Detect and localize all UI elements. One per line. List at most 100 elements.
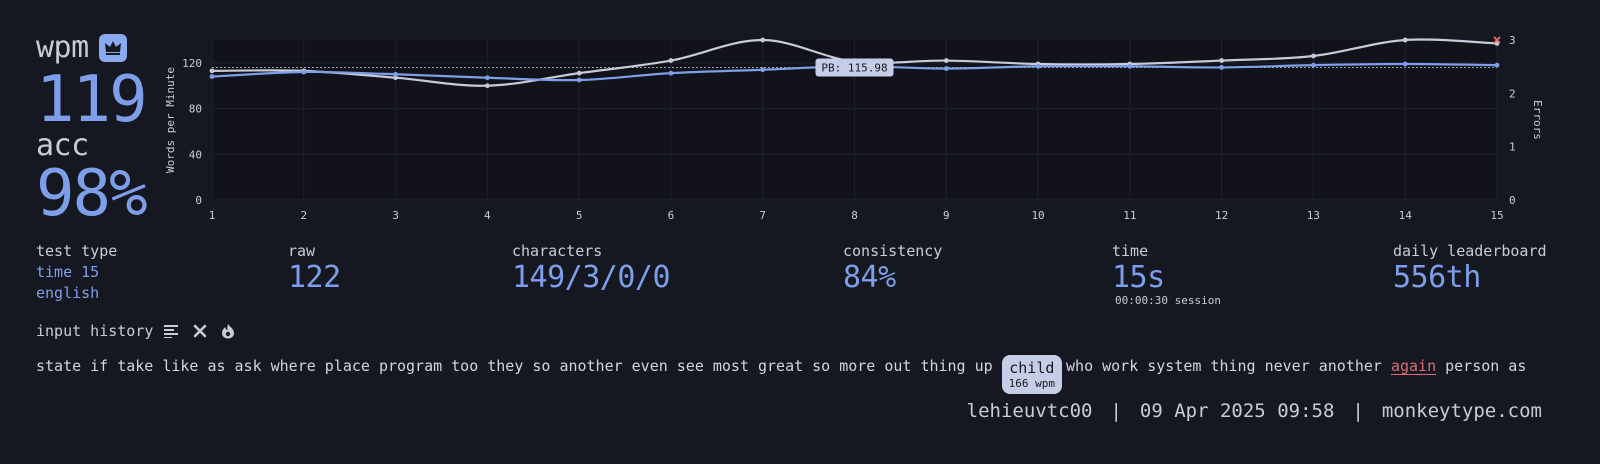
y-tick-label: 0 [195, 194, 202, 207]
history-word[interactable]: system [1147, 357, 1201, 375]
data-point-raw [484, 83, 490, 89]
y-axis-title: Words per Minute [164, 67, 177, 173]
data-point-wpm [393, 71, 398, 77]
history-word[interactable]: even [632, 357, 668, 375]
footer: lehieuvtc00 | 09 Apr 2025 09:58 | monkeytype… [967, 400, 1542, 422]
history-word[interactable]: out [884, 357, 911, 375]
x-tick-label: 10 [1031, 209, 1044, 222]
history-word[interactable]: thing [1210, 357, 1255, 375]
history-word[interactable]: another [559, 357, 622, 375]
time-label: time [1112, 242, 1149, 260]
footer-user[interactable]: lehieuvtc00 [967, 400, 1093, 422]
data-point-raw [668, 58, 674, 63]
footer-date: 09 Apr 2025 09:58 [1139, 400, 1335, 422]
history-word[interactable]: place [325, 357, 370, 375]
data-point-raw [1402, 37, 1408, 43]
history-word[interactable]: never [1265, 357, 1310, 375]
data-point-wpm [209, 74, 215, 79]
history-word[interactable]: as [1508, 357, 1526, 375]
align-left-icon[interactable] [163, 322, 181, 340]
history-word[interactable]: more [839, 357, 875, 375]
data-point-wpm [1219, 65, 1225, 70]
y2-tick-label: 2 [1509, 87, 1516, 100]
y2-axis-title: Errors [1531, 100, 1544, 140]
history-word[interactable]: great [758, 357, 803, 375]
x-tick-label: 5 [576, 209, 583, 222]
data-point-raw [576, 70, 582, 76]
data-point-raw [1219, 58, 1225, 63]
y2-tick-label: 1 [1509, 141, 1516, 154]
svg-text:PB: 115.98: PB: 115.98 [821, 61, 887, 74]
history-word[interactable]: like [162, 357, 198, 375]
input-history-words: state if take like as ask where place program too… [36, 346, 1535, 394]
close-icon[interactable] [191, 322, 209, 340]
history-word[interactable]: state [36, 357, 81, 375]
x-tick-label: 2 [300, 209, 307, 222]
y2-tick-label: 3 [1509, 34, 1516, 47]
data-point-wpm [1402, 61, 1408, 67]
x-tick-label: 6 [668, 209, 675, 222]
test-type-language[interactable]: english [36, 283, 117, 304]
test-type-stat: test type time 15 english [36, 242, 117, 304]
acc-value: 98% [36, 157, 148, 231]
characters-value: 149/3/0/0 [512, 260, 671, 295]
footer-site[interactable]: monkeytype.com [1382, 400, 1542, 422]
y-tick-label: 120 [182, 57, 202, 70]
x-tick-label: 8 [851, 209, 858, 222]
history-word[interactable]: person [1445, 357, 1499, 375]
time-stat: time 15s 00:00:30 session [1112, 242, 1221, 307]
leaderboard-value[interactable]: 556th [1393, 260, 1547, 295]
data-point-raw [1311, 53, 1316, 59]
data-point-wpm [943, 66, 949, 71]
crown-icon[interactable] [98, 33, 127, 62]
history-word[interactable]: thing [920, 357, 965, 375]
data-point-wpm [301, 69, 307, 75]
footer-separator: | [1110, 400, 1122, 422]
history-word[interactable]: work [1102, 357, 1138, 375]
footer-separator: | [1352, 400, 1364, 422]
x-tick-label: 13 [1307, 209, 1320, 222]
leaderboard-label: daily leaderboard [1393, 242, 1547, 260]
x-tick-label: 3 [392, 209, 399, 222]
x-tick-label: 7 [759, 209, 766, 222]
history-word[interactable]: as [207, 357, 225, 375]
fire-icon[interactable] [219, 322, 237, 340]
raw-label: raw [288, 242, 316, 260]
data-point-raw [943, 58, 949, 63]
highlighted-word: child [1009, 358, 1055, 377]
x-tick-label: 12 [1215, 209, 1228, 222]
history-word[interactable]: they [487, 357, 523, 375]
history-word[interactable]: so [532, 357, 550, 375]
history-word[interactable]: if [90, 357, 108, 375]
history-word[interactable]: who [1066, 357, 1093, 375]
history-word[interactable]: see [677, 357, 704, 375]
wpm-value: 119 [36, 63, 148, 137]
history-word[interactable]: where [271, 357, 316, 375]
session-time: 00:00:30 session [1115, 294, 1221, 307]
y-tick-label: 80 [189, 103, 202, 116]
consistency-value: 84% [843, 260, 896, 295]
highlighted-word-wpm: 166 wpm [1008, 376, 1056, 390]
test-type-mode[interactable]: time 15 [36, 262, 117, 283]
data-point-raw [760, 37, 766, 43]
data-point-wpm [1127, 63, 1133, 69]
history-word[interactable]: take [117, 357, 153, 375]
wpm-chart: 1 2 3 4 5 6 7 8 9 10 11 12 13 14 15040801200123 PB: 11… [164, 34, 1544, 222]
history-word[interactable]: ask [235, 357, 262, 375]
history-word[interactable]: so [812, 357, 830, 375]
history-word[interactable]: most [713, 357, 749, 375]
input-history-title: input history [36, 322, 154, 340]
leaderboard-stat: daily leaderboard 556th [1393, 242, 1547, 295]
history-word[interactable]: too [451, 357, 478, 375]
raw-value: 122 [288, 260, 341, 295]
wpm-label: wpm [36, 30, 89, 65]
history-word[interactable]: up [975, 357, 993, 375]
history-word-error[interactable]: again [1391, 357, 1436, 375]
history-word[interactable]: program [379, 357, 442, 375]
x-tick-label: 11 [1123, 209, 1136, 222]
data-point-wpm [1311, 62, 1316, 68]
data-point-wpm [1494, 62, 1500, 68]
highlighted-word-tooltip[interactable]: child 166 wpm [1001, 354, 1063, 394]
data-point-wpm [668, 70, 674, 76]
history-word[interactable]: another [1319, 357, 1382, 375]
